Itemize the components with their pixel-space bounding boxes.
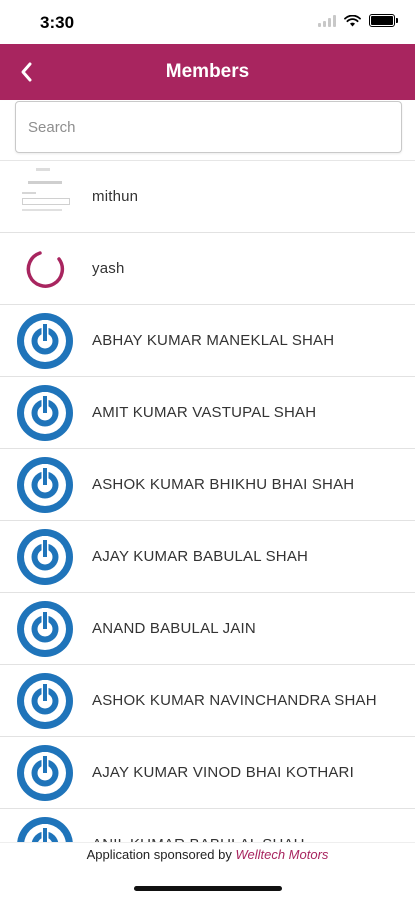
member-name: ASHOK KUMAR NAVINCHANDRA SHAH <box>92 692 377 709</box>
status-time: 3:30 <box>40 13 75 32</box>
power-logo-icon <box>17 457 73 513</box>
sponsor-prefix: Application sponsored by <box>86 847 232 862</box>
loading-spinner-icon <box>26 251 65 288</box>
page-title: Members <box>165 61 250 82</box>
member-name: AJAY KUMAR VINOD BHAI KOTHARI <box>92 764 354 781</box>
members-list[interactable]: mithun yash ABHAY KUMAR MANEKLAL SHAH AM <box>0 160 415 843</box>
member-row[interactable]: AJAY KUMAR VINOD BHAI KOTHARI <box>0 737 415 809</box>
power-logo-icon <box>17 673 73 729</box>
search-input[interactable] <box>16 102 401 152</box>
search-box[interactable] <box>15 101 402 153</box>
member-row[interactable]: ASHOK KUMAR BHIKHU BHAI SHAH <box>0 449 415 521</box>
member-row[interactable]: ANAND BABULAL JAIN <box>0 593 415 665</box>
member-name: ANAND BABULAL JAIN <box>92 620 256 637</box>
member-row[interactable]: AJAY KUMAR BABULAL SHAH <box>0 521 415 593</box>
status-icons <box>318 14 398 27</box>
screenshot-thumbnail-avatar <box>18 166 72 224</box>
sponsor-brand-link[interactable]: Welltech Motors <box>235 847 328 862</box>
member-row[interactable]: yash <box>0 233 415 305</box>
app-bar: Members <box>0 44 415 100</box>
member-row[interactable]: AMIT KUMAR VASTUPAL SHAH <box>0 377 415 449</box>
member-name: ABHAY KUMAR MANEKLAL SHAH <box>92 332 335 349</box>
wifi-icon <box>344 14 361 26</box>
member-name: ASHOK KUMAR BHIKHU BHAI SHAH <box>92 476 355 493</box>
signal-icon <box>318 14 336 27</box>
sponsor-footer: Application sponsored by Welltech Motors <box>0 842 415 867</box>
power-logo-icon <box>17 745 73 801</box>
home-indicator[interactable] <box>134 886 282 891</box>
member-row[interactable]: ANIL KUMAR BABULAL SHAH <box>0 809 415 843</box>
power-logo-icon <box>17 817 73 843</box>
member-row[interactable]: ASHOK KUMAR NAVINCHANDRA SHAH <box>0 665 415 737</box>
member-name: ANIL KUMAR BABULAL SHAH <box>92 809 305 843</box>
battery-icon <box>369 14 398 27</box>
member-name: AMIT KUMAR VASTUPAL SHAH <box>92 404 317 421</box>
member-name: yash <box>92 260 125 277</box>
member-row[interactable]: ABHAY KUMAR MANEKLAL SHAH <box>0 305 415 377</box>
power-logo-icon <box>17 313 73 369</box>
power-logo-icon <box>17 529 73 585</box>
power-logo-icon <box>17 601 73 657</box>
member-name: AJAY KUMAR BABULAL SHAH <box>92 548 309 565</box>
member-row[interactable]: mithun <box>0 161 415 233</box>
member-name: mithun <box>92 188 139 205</box>
power-logo-icon <box>17 385 73 441</box>
status-bar: 3:30 <box>0 0 415 44</box>
